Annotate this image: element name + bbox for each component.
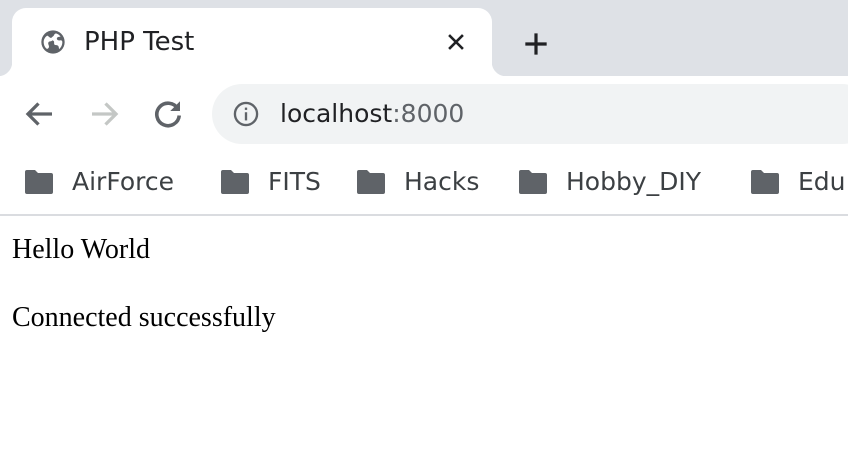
url-port: :8000 [392, 99, 465, 128]
bookmark-label: Hobby_DIY [566, 167, 702, 196]
bookmark-label: Edu [798, 167, 846, 196]
folder-icon [221, 170, 249, 194]
browser-window: PHP Test localhost:8000 AirForce FITS Ha… [0, 0, 848, 470]
tab-strip: PHP Test [0, 0, 848, 76]
bookmark-label: FITS [268, 167, 321, 196]
arrow-left-icon[interactable] [22, 96, 58, 132]
address-bar[interactable]: localhost:8000 [212, 84, 848, 144]
bookmark-label: AirForce [72, 167, 174, 196]
arrow-right-icon[interactable] [86, 96, 122, 132]
toolbar: localhost:8000 [0, 76, 848, 152]
plus-icon[interactable] [520, 28, 552, 60]
close-icon[interactable] [444, 30, 468, 54]
page-content: Hello World Connected successfully [0, 218, 848, 470]
url-host: localhost [280, 99, 393, 128]
info-icon[interactable] [232, 100, 260, 128]
hello-text: Hello World [12, 234, 150, 265]
folder-icon [357, 170, 385, 194]
bookmarks-bar: AirForce FITS Hacks Hobby_DIY Edu [0, 152, 848, 216]
folder-icon [751, 170, 779, 194]
connection-status-text: Connected successfully [12, 302, 276, 333]
folder-icon [519, 170, 547, 194]
active-tab[interactable]: PHP Test [0, 8, 506, 76]
tab-title: PHP Test [84, 27, 195, 57]
globe-icon [41, 30, 65, 54]
folder-icon [25, 170, 53, 194]
bookmark-label: Hacks [404, 167, 480, 196]
reload-icon[interactable] [150, 96, 186, 132]
url-text[interactable]: localhost:8000 [280, 98, 464, 130]
